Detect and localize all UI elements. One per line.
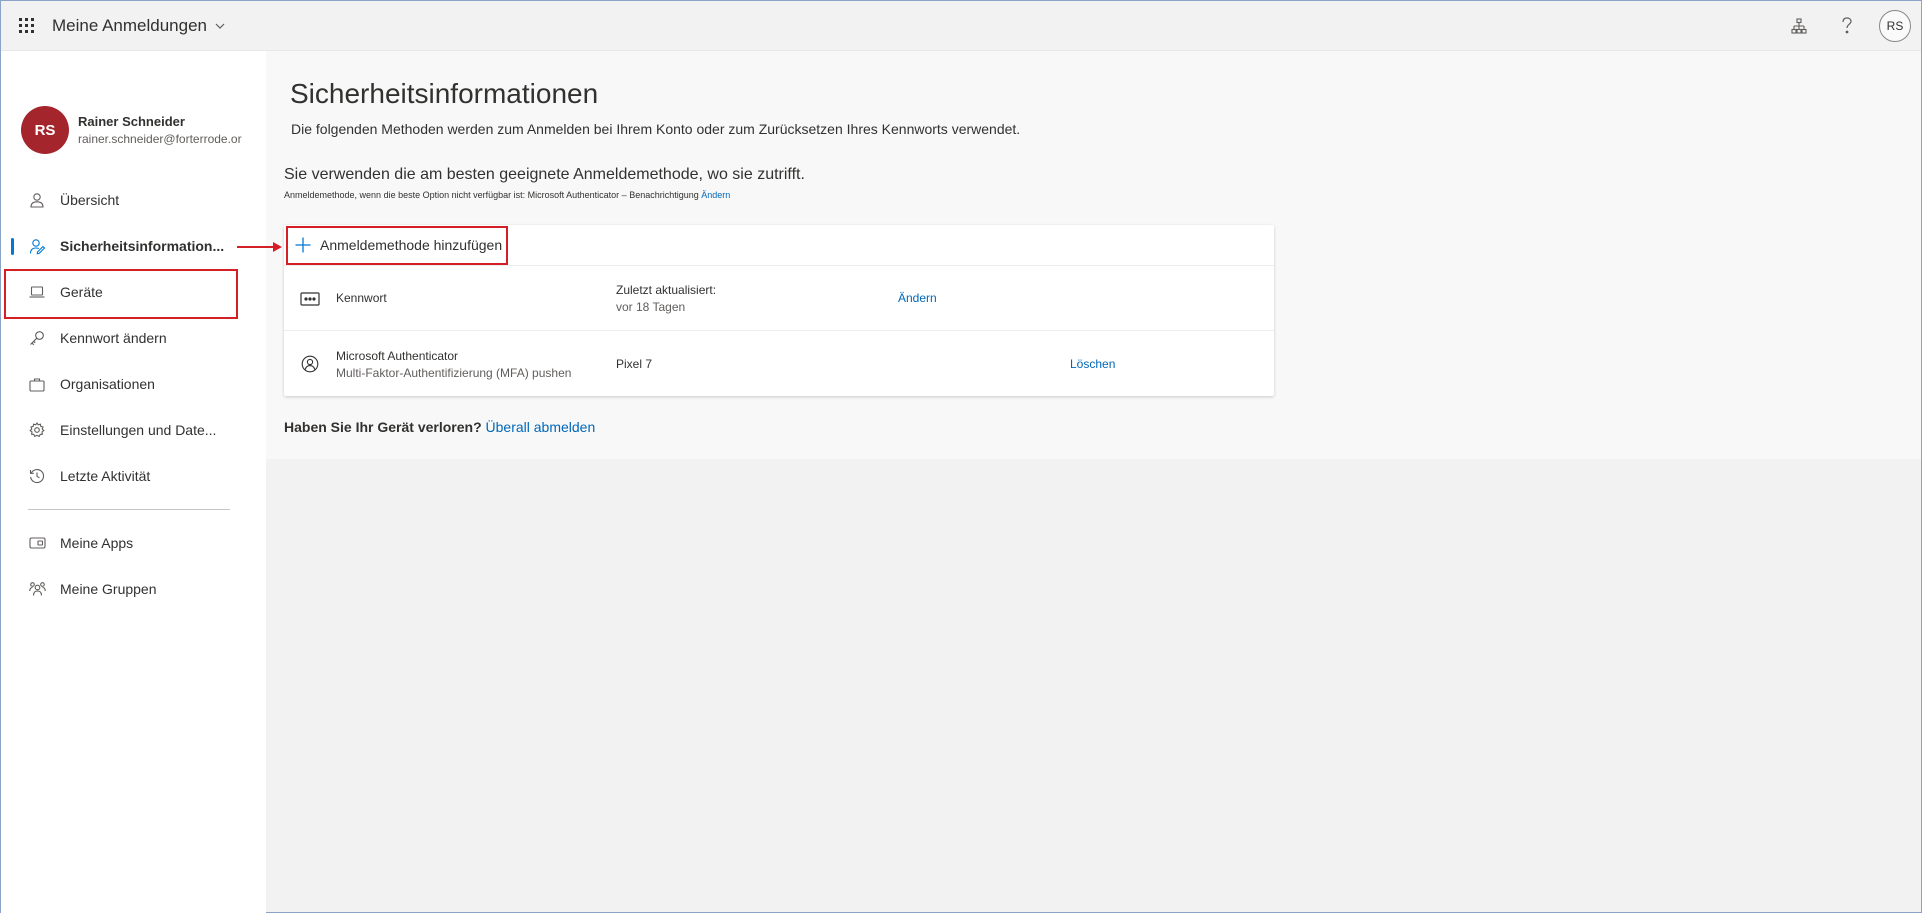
sidebar-item-security-info[interactable]: Sicherheitsinformation...: [1, 223, 266, 269]
fallback-method-line: Anmeldemethode, wenn die beste Option ni…: [284, 190, 730, 200]
method-detail: Zuletzt aktualisiert: vor 18 Tagen: [616, 283, 716, 314]
lost-device-line: Haben Sie Ihr Gerät verloren? Überall ab…: [284, 419, 595, 435]
method-name-block: Microsoft Authenticator Multi-Faktor-Aut…: [336, 349, 571, 380]
change-fallback-link[interactable]: Ändern: [701, 190, 730, 200]
sidebar-item-uebersicht[interactable]: Übersicht: [1, 177, 266, 223]
authenticator-icon: [299, 353, 321, 375]
sidebar-item-label: Meine Gruppen: [60, 581, 157, 597]
security-info-icon: [28, 237, 46, 255]
plus-icon: [295, 237, 311, 253]
sidebar-item-kennwort-aendern[interactable]: Kennwort ändern: [1, 315, 266, 361]
history-icon: [28, 467, 46, 485]
apps-icon: [28, 534, 46, 552]
top-bar: Meine Anmeldungen RS: [1, 1, 1921, 51]
methods-card: Anmeldemethode hinzufügen Kennwort Zulet…: [284, 225, 1274, 396]
sidebar-item-label: Geräte: [60, 284, 103, 300]
sidebar-item-meine-apps[interactable]: Meine Apps: [1, 520, 266, 566]
sidebar-item-label: Kennwort ändern: [60, 330, 167, 346]
help-icon[interactable]: [1823, 1, 1871, 51]
method-detail-value: vor 18 Tagen: [616, 300, 686, 314]
sidebar-item-label: Meine Apps: [60, 535, 134, 551]
sidebar-item-letzte-aktivitaet[interactable]: Letzte Aktivität: [1, 453, 266, 499]
method-name: Microsoft Authenticator: [336, 349, 459, 363]
active-indicator: [11, 238, 14, 255]
avatar: RS: [21, 106, 69, 154]
sidebar-item-label: Sicherheitsinformation...: [60, 238, 225, 254]
app-title-dropdown[interactable]: Meine Anmeldungen: [52, 16, 225, 36]
method-subtitle: Multi-Faktor-Authentifizierung (MFA) pus…: [336, 366, 572, 380]
settings-icon: [28, 421, 46, 439]
laptop-icon: [28, 283, 46, 301]
nav-divider: [28, 509, 230, 510]
sidebar-item-label: Übersicht: [60, 192, 120, 208]
sidebar-item-label: Letzte Aktivität: [60, 468, 151, 484]
chevron-down-icon: [215, 23, 225, 29]
sidebar-item-label: Organisationen: [60, 376, 155, 392]
add-method-label: Anmeldemethode hinzufügen: [320, 237, 503, 253]
method-row-authenticator: Microsoft Authenticator Multi-Faktor-Aut…: [284, 331, 1274, 396]
sidebar-item-geraete[interactable]: Geräte: [1, 269, 266, 315]
sidebar-nav: Übersicht Sicherheitsinformation... Gerä…: [1, 177, 266, 612]
org-chart-icon[interactable]: [1775, 1, 1823, 51]
sidebar-item-meine-gruppen[interactable]: Meine Gruppen: [1, 566, 266, 612]
lost-device-text: Haben Sie Ihr Gerät verloren?: [284, 419, 482, 435]
method-row-password: Kennwort Zuletzt aktualisiert: vor 18 Ta…: [284, 266, 1274, 331]
add-method-button[interactable]: Anmeldemethode hinzufügen: [294, 228, 508, 262]
page-title: Sicherheitsinformationen: [290, 78, 599, 109]
person-icon: [28, 191, 46, 209]
page-subtitle: Die folgenden Methoden werden zum Anmeld…: [291, 121, 1021, 137]
fallback-method-text: Anmeldemethode, wenn die beste Option ni…: [284, 190, 699, 200]
delete-authenticator-link[interactable]: Löschen: [1070, 357, 1115, 371]
sidebar-item-einstellungen[interactable]: Einstellungen und Date...: [1, 407, 266, 453]
waffle-icon[interactable]: [1, 1, 51, 51]
account-avatar[interactable]: RS: [1879, 10, 1911, 42]
default-method-text: Sie verwenden die am besten geeignete An…: [284, 166, 805, 183]
sign-out-everywhere-link[interactable]: Überall abmelden: [486, 419, 596, 435]
groups-icon: [28, 580, 46, 598]
sidebar-item-organisationen[interactable]: Organisationen: [1, 361, 266, 407]
method-detail-label: Zuletzt aktualisiert:: [616, 283, 717, 297]
password-icon: [299, 288, 321, 310]
sidebar-item-label: Einstellungen und Date...: [60, 422, 217, 438]
change-password-link[interactable]: Ändern: [898, 291, 937, 305]
profile-email: rainer.schneider@forterrode.or: [78, 132, 242, 146]
add-method-row: Anmeldemethode hinzufügen: [284, 225, 1274, 266]
app-title: Meine Anmeldungen: [52, 15, 208, 35]
briefcase-icon: [28, 375, 46, 393]
method-detail-value: Pixel 7: [616, 357, 653, 371]
profile-card: RS Rainer Schneider rainer.schneider@for…: [21, 106, 247, 154]
profile-name: Rainer Schneider: [78, 114, 185, 129]
method-name: Kennwort: [336, 291, 387, 305]
sidebar: RS Rainer Schneider rainer.schneider@for…: [1, 51, 266, 913]
key-icon: [28, 329, 46, 347]
main-content: Sicherheitsinformationen Die folgenden M…: [266, 51, 1921, 459]
